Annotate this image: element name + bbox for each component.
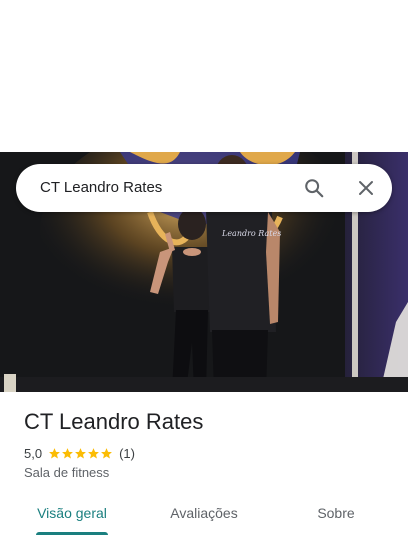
rating-row[interactable]: 5,0 (1) bbox=[24, 444, 135, 462]
search-input[interactable]: CT Leandro Rates bbox=[40, 164, 162, 212]
search-bar[interactable]: CT Leandro Rates bbox=[16, 164, 392, 212]
tab-about[interactable]: Sobre bbox=[296, 496, 376, 532]
active-tab-indicator bbox=[36, 532, 108, 535]
place-tabs: Visão geral Avaliações Sobre bbox=[0, 496, 408, 536]
close-icon bbox=[359, 181, 373, 195]
star-icon bbox=[49, 447, 60, 458]
star-icon bbox=[88, 447, 99, 458]
maps-place-page: Leandro Rates CT Leandro Rates CT Leandr… bbox=[0, 0, 408, 544]
tab-reviews[interactable]: Avaliações bbox=[152, 496, 256, 532]
search-button[interactable] bbox=[290, 164, 338, 212]
place-title: CT Leandro Rates bbox=[24, 409, 204, 434]
star-icon bbox=[75, 447, 86, 458]
place-category[interactable]: Sala de fitness bbox=[24, 464, 109, 482]
tab-overview[interactable]: Visão geral bbox=[24, 496, 120, 532]
rating-value: 5,0 bbox=[24, 445, 43, 461]
review-count[interactable]: (1) bbox=[119, 446, 135, 461]
star-icon bbox=[101, 447, 112, 458]
rating-stars bbox=[48, 447, 113, 460]
star-icon bbox=[62, 447, 73, 458]
close-button[interactable] bbox=[342, 164, 390, 212]
search-icon bbox=[305, 179, 324, 198]
shirt-logo: Leandro Rates bbox=[221, 229, 281, 238]
